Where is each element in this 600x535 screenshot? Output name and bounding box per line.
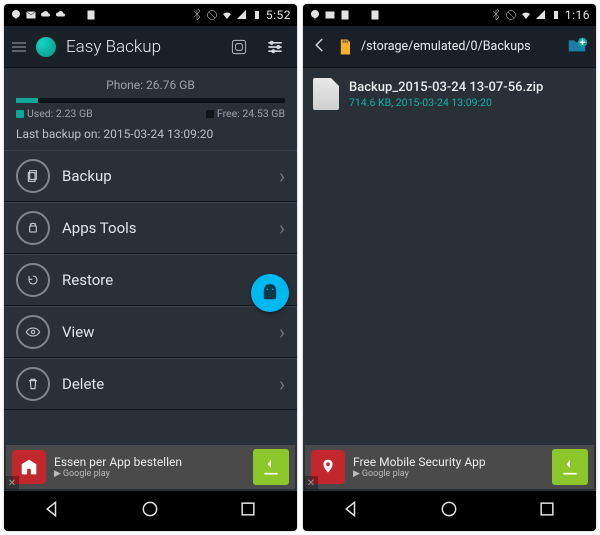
- ad-banner[interactable]: ✕ Essen per App bestellen ▶Google play: [6, 445, 295, 489]
- wifi-icon: [520, 9, 532, 21]
- screenshot-left: 5:52 Easy Backup Phone: 26.76 GB Used: 2…: [4, 4, 297, 531]
- settings-button[interactable]: [261, 33, 289, 61]
- nav-home-button[interactable]: [140, 499, 160, 523]
- ad-text: Essen per App bestellen ▶Google play: [54, 455, 245, 479]
- storage-bar: [16, 98, 285, 103]
- status-bar: 1:16: [303, 4, 596, 26]
- no-sim-icon: [206, 9, 218, 21]
- nav-home-button[interactable]: [439, 499, 459, 523]
- bluetooth-icon: [490, 9, 502, 21]
- app-title: Easy Backup: [66, 37, 217, 57]
- screenshot-right: 1:16 /storage/emulated/0/Backups Backup_…: [303, 4, 596, 531]
- ad-banner[interactable]: ✕ Free Mobile Security App ▶Google play: [305, 445, 594, 489]
- cloud-icon: [55, 9, 67, 21]
- status-clock: 1:16: [565, 8, 590, 22]
- nav-recent-button[interactable]: [238, 499, 258, 523]
- hangouts-icon: [309, 9, 321, 21]
- storage-summary: Phone: 26.76 GB Used: 2.23 GB Free: 24.5…: [4, 68, 297, 150]
- battery-icon: [251, 9, 263, 21]
- file-row[interactable]: Backup_2015-03-24 13-07-56.zip 714.6 KB,…: [303, 72, 596, 116]
- nav-back-button[interactable]: [342, 499, 362, 523]
- notification-icon: [369, 9, 381, 21]
- file-list: Backup_2015-03-24 13-07-56.zip 714.6 KB,…: [303, 68, 596, 445]
- bluetooth-icon: [191, 9, 203, 21]
- download-icon: [70, 9, 82, 21]
- ad-close-button[interactable]: ✕: [5, 476, 19, 490]
- notification-icon: [85, 9, 97, 21]
- view-button[interactable]: View ›: [4, 306, 297, 358]
- wifi-icon: [221, 9, 233, 21]
- add-folder-button[interactable]: [566, 34, 588, 60]
- restore-icon: [25, 272, 41, 288]
- mail-icon: [25, 9, 37, 21]
- nav-recent-button[interactable]: [537, 499, 557, 523]
- back-button[interactable]: [311, 36, 329, 58]
- chevron-right-icon: ›: [279, 372, 285, 396]
- storage-total: Phone: 26.76 GB: [16, 78, 285, 92]
- app-bar: Easy Backup: [4, 26, 297, 68]
- hangouts-icon: [10, 9, 22, 21]
- backup-icon: [25, 168, 41, 184]
- battery-icon: [550, 9, 562, 21]
- file-icon: [313, 78, 339, 110]
- chevron-right-icon: ›: [279, 320, 285, 344]
- menu-icon[interactable]: [12, 42, 26, 52]
- chevron-right-icon: ›: [279, 164, 285, 188]
- storage-used: Used: 2.23 GB: [16, 107, 93, 120]
- status-bar: 5:52: [4, 4, 297, 26]
- eye-icon: [25, 324, 41, 340]
- sdcard-icon: [335, 35, 355, 59]
- download-icon: [354, 9, 366, 21]
- layers-button[interactable]: [225, 33, 253, 61]
- android-fab[interactable]: [251, 274, 289, 312]
- storage-free: Free: 24.53 GB: [206, 107, 285, 120]
- file-name: Backup_2015-03-24 13-07-56.zip: [349, 80, 543, 95]
- path-text: /storage/emulated/0/Backups: [361, 39, 560, 54]
- chevron-right-icon: ›: [279, 216, 285, 240]
- nav-bar: [4, 491, 297, 531]
- mail-icon: [324, 9, 336, 21]
- last-backup-label: Last backup on: 2015-03-24 13:09:20: [16, 124, 285, 144]
- nav-bar: [303, 491, 596, 531]
- ad-text: Free Mobile Security App ▶Google play: [353, 455, 544, 479]
- notification-icon: [339, 9, 351, 21]
- signal-icon: [236, 9, 248, 21]
- trash-icon: [25, 376, 41, 392]
- android-icon: [25, 220, 41, 236]
- cloud-icon: [40, 9, 52, 21]
- nav-back-button[interactable]: [43, 499, 63, 523]
- ad-download-button[interactable]: [552, 449, 588, 485]
- signal-icon: [535, 9, 547, 21]
- app-logo-icon: [34, 35, 58, 59]
- android-icon: [259, 282, 281, 304]
- status-clock: 5:52: [266, 8, 291, 22]
- ad-close-button[interactable]: ✕: [304, 476, 318, 490]
- delete-button[interactable]: Delete ›: [4, 358, 297, 410]
- ad-download-button[interactable]: [253, 449, 289, 485]
- file-meta: 714.6 KB, 2015-03-24 13:09:20: [349, 96, 543, 109]
- path-bar: /storage/emulated/0/Backups: [303, 26, 596, 68]
- backup-button[interactable]: Backup ›: [4, 150, 297, 202]
- apps-tools-button[interactable]: Apps Tools ›: [4, 202, 297, 254]
- no-sim-icon: [505, 9, 517, 21]
